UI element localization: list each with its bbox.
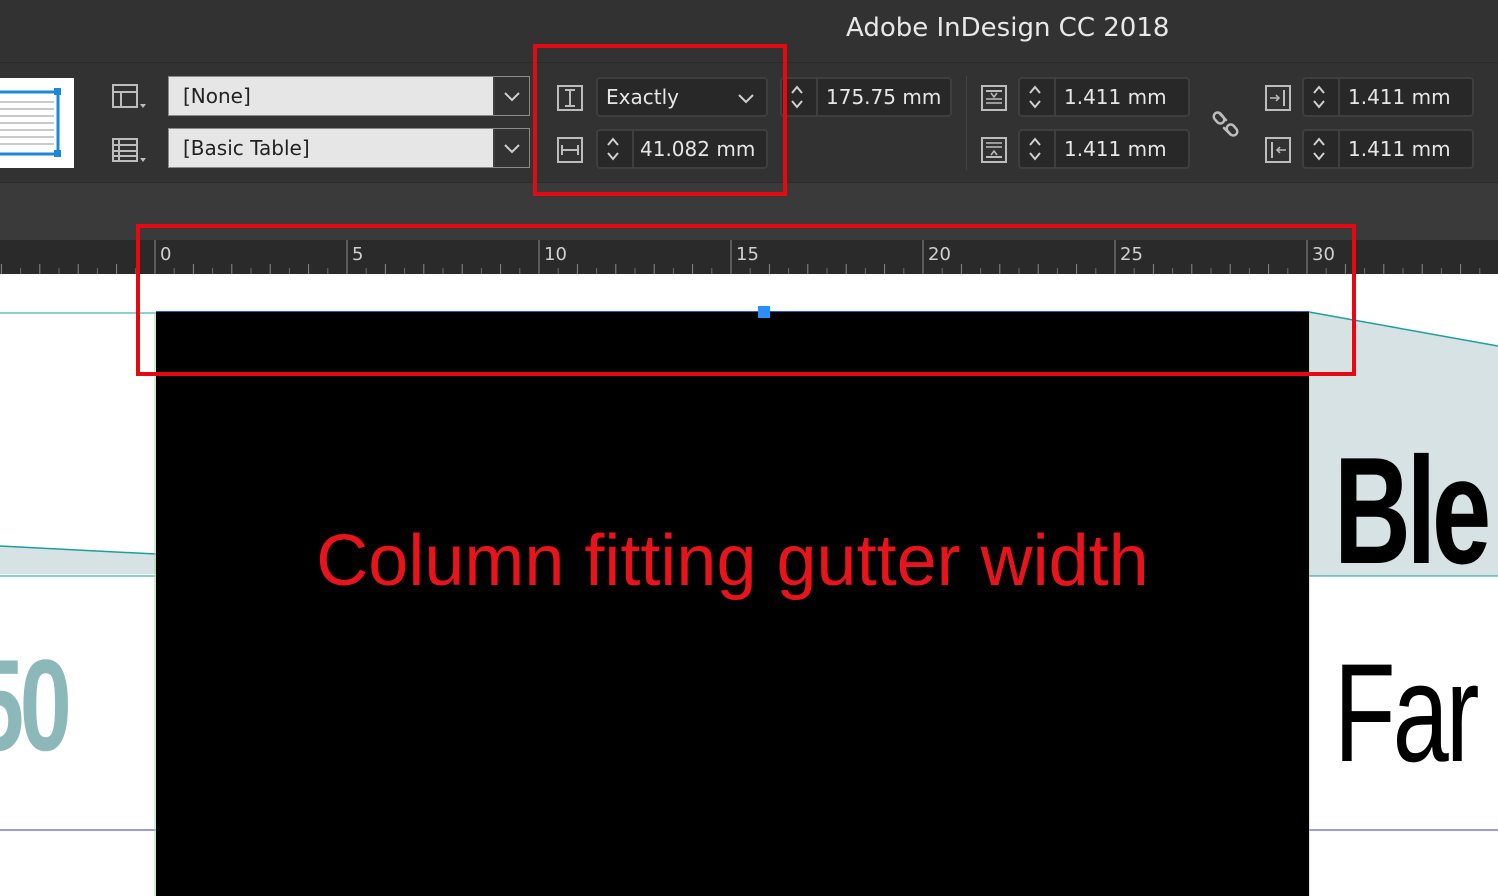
chevron-down-icon: [1029, 100, 1041, 109]
left-number-text: 50: [0, 632, 72, 778]
right-heading-text: Ble: [1334, 426, 1491, 596]
annotation-caption: Column fitting gutter width: [316, 521, 1149, 601]
inset-top-icon: [980, 84, 1008, 112]
inset-left-field[interactable]: 1.411 mm: [1302, 77, 1474, 117]
chevron-down-icon: [791, 100, 803, 109]
cell-style-value: [None]: [183, 84, 251, 108]
inset-right-value: 1.411 mm: [1348, 137, 1451, 161]
right-body-text: Far: [1334, 634, 1479, 791]
inset-top-stepper[interactable]: [1020, 79, 1056, 115]
chevron-up-icon: [1313, 137, 1325, 146]
table-style-dropdown-arrow[interactable]: [493, 129, 529, 167]
inset-top-value: 1.411 mm: [1064, 85, 1167, 109]
row-height-value: 175.75 mm: [826, 85, 942, 109]
table-style-dropdown[interactable]: [Basic Table]: [168, 128, 530, 168]
inset-bottom-stepper[interactable]: [1020, 131, 1056, 167]
chevron-up-icon: [1029, 137, 1041, 146]
row-height-field[interactable]: 175.75 mm: [780, 77, 952, 117]
highlight-box-ruler-gutter: [136, 224, 1356, 376]
inset-left-value: 1.411 mm: [1348, 85, 1451, 109]
unlink-chain-icon[interactable]: [1210, 108, 1242, 140]
chevron-down-icon: [1313, 152, 1325, 161]
chevron-down-icon: [504, 144, 520, 154]
selected-table-cell[interactable]: [156, 311, 1309, 896]
chevron-up-icon: [1029, 85, 1041, 94]
chevron-down-icon: [1029, 152, 1041, 161]
cell-style-dropdown-arrow[interactable]: [493, 77, 529, 115]
inset-bottom-icon: [980, 136, 1008, 164]
panel-divider: [966, 76, 967, 170]
cell-style-dropdown[interactable]: [None]: [168, 76, 530, 116]
inset-bottom-value: 1.411 mm: [1064, 137, 1167, 161]
inset-right-field[interactable]: 1.411 mm: [1302, 129, 1474, 169]
table-preview-icon: [0, 88, 61, 157]
table-style-icon: [110, 136, 148, 166]
row-height-stepper[interactable]: [782, 79, 818, 115]
table-preview-thumbnail[interactable]: [0, 78, 74, 168]
chevron-down-icon: [504, 92, 520, 102]
chevron-up-icon: [791, 85, 803, 94]
inset-left-stepper[interactable]: [1304, 79, 1340, 115]
chevron-down-icon: [1313, 100, 1325, 109]
cell-style-icon: [110, 82, 148, 112]
inset-top-field[interactable]: 1.411 mm: [1018, 77, 1190, 117]
inset-right-stepper[interactable]: [1304, 131, 1340, 167]
chevron-up-icon: [1313, 85, 1325, 94]
inset-right-icon: [1264, 136, 1292, 164]
inset-left-icon: [1264, 84, 1292, 112]
inset-bottom-field[interactable]: 1.411 mm: [1018, 129, 1190, 169]
highlight-box-row-column-size: [533, 44, 787, 196]
table-style-value: [Basic Table]: [183, 136, 310, 160]
